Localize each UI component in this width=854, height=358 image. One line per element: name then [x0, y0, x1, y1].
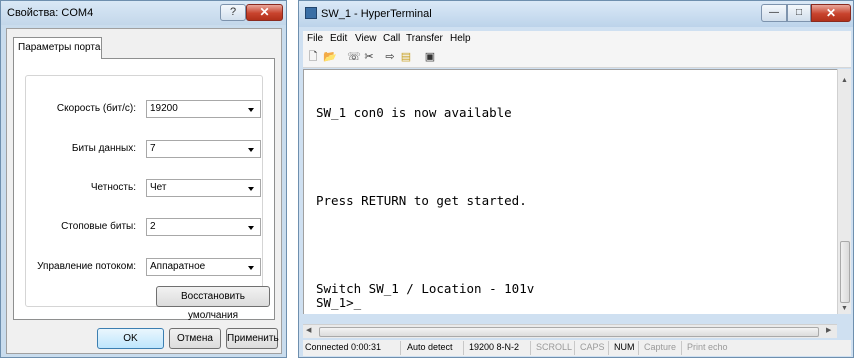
- minimize-button[interactable]: —: [761, 4, 787, 22]
- data-bits-label: Биты данных:: [71, 143, 136, 154]
- parity-value: Чет: [150, 182, 167, 193]
- open-folder-icon[interactable]: 📂: [323, 51, 337, 64]
- maximize-button[interactable]: □: [787, 4, 811, 22]
- settings-group: Скорость (бит/с): 19200 Биты данных: 7 Ч…: [25, 75, 263, 307]
- terminal-line: Switch SW_1 / Location - 101v: [316, 281, 535, 296]
- terminal-app-icon: [305, 7, 317, 19]
- terminal-title: SW_1 - HyperTerminal: [321, 8, 432, 20]
- status-capture: Capture: [644, 342, 677, 352]
- chevron-down-icon: [248, 108, 254, 112]
- scroll-left-icon[interactable]: ◀: [306, 326, 311, 334]
- dialog-titlebar[interactable]: Свойства: COM4 ? ✕: [1, 1, 286, 25]
- baud-rate-value: 19200: [150, 103, 178, 114]
- parity-label: Четность:: [90, 182, 136, 193]
- terminal-line: Press RETURN to get started.: [316, 193, 527, 208]
- cancel-button[interactable]: Отмена: [169, 328, 221, 349]
- menu-help[interactable]: Help: [450, 33, 471, 44]
- stop-bits-select[interactable]: 2: [146, 218, 261, 236]
- flow-control-label: Управление потоком:: [37, 261, 136, 272]
- send-icon[interactable]: ⇨: [383, 51, 397, 64]
- scroll-up-icon[interactable]: ▲: [841, 77, 848, 84]
- vertical-scrollbar[interactable]: ▲ ▼: [837, 69, 851, 314]
- restore-defaults-button[interactable]: Восстановить умолчания: [156, 286, 270, 321]
- phone-icon[interactable]: ☏: [347, 51, 361, 64]
- status-separator: [463, 341, 464, 355]
- disconnect-icon[interactable]: ✂: [362, 51, 376, 64]
- baud-rate-label: Скорость (бит/с):: [56, 103, 136, 114]
- chevron-down-icon: [248, 266, 254, 270]
- baud-rate-select[interactable]: 19200: [146, 100, 261, 118]
- menu-view[interactable]: View: [355, 33, 377, 44]
- port-settings-panel: Скорость (бит/с): 19200 Биты данных: 7 Ч…: [13, 58, 275, 321]
- help-button[interactable]: ?: [220, 4, 246, 21]
- status-num: NUM: [614, 342, 635, 352]
- stop-bits-label: Стоповые биты:: [61, 221, 136, 232]
- properties-icon[interactable]: ▣: [423, 51, 437, 64]
- parity-select[interactable]: Чет: [146, 179, 261, 197]
- status-detect: Auto detect: [407, 342, 453, 352]
- receive-icon[interactable]: ▤: [399, 51, 413, 64]
- status-settings: 19200 8-N-2: [469, 342, 520, 352]
- data-bits-value: 7: [150, 143, 156, 154]
- status-bar: Connected 0:00:31 Auto detect 19200 8-N-…: [303, 340, 851, 356]
- chevron-down-icon: [248, 187, 254, 191]
- horizontal-scroll-thumb[interactable]: [319, 327, 819, 337]
- terminal-titlebar[interactable]: SW_1 - HyperTerminal — □ ✕: [299, 1, 853, 27]
- status-scroll: SCROLL: [536, 342, 573, 352]
- ok-button[interactable]: OK: [97, 328, 164, 349]
- tab-port-settings[interactable]: Параметры порта: [13, 37, 102, 59]
- com4-properties-dialog: Свойства: COM4 ? ✕ Параметры порта Скоро…: [0, 0, 287, 358]
- status-caps: CAPS: [580, 342, 605, 352]
- chevron-down-icon: [248, 226, 254, 230]
- dialog-body: Параметры порта Скорость (бит/с): 19200 …: [6, 28, 282, 354]
- terminal-line: SW_1 con0 is now available: [316, 105, 512, 120]
- menu-file[interactable]: File: [307, 33, 323, 44]
- dialog-title: Свойства: COM4: [7, 7, 94, 19]
- scroll-right-icon[interactable]: ▶: [826, 326, 831, 334]
- vertical-scroll-thumb[interactable]: [840, 241, 850, 303]
- stop-bits-value: 2: [150, 221, 156, 232]
- apply-button[interactable]: Применить: [226, 328, 279, 349]
- data-bits-select[interactable]: 7: [146, 140, 261, 158]
- status-separator: [638, 341, 639, 355]
- terminal-screen[interactable]: SW_1 con0 is now available Press RETURN …: [303, 69, 837, 314]
- menu-bar: File Edit View Call Transfer Help: [303, 31, 851, 48]
- status-separator: [530, 341, 531, 355]
- status-separator: [574, 341, 575, 355]
- status-connected: Connected 0:00:31: [305, 342, 382, 352]
- flow-control-select[interactable]: Аппаратное: [146, 258, 261, 276]
- dialog-close-button[interactable]: ✕: [246, 4, 283, 21]
- menu-call[interactable]: Call: [383, 33, 400, 44]
- terminal-close-button[interactable]: ✕: [811, 4, 851, 22]
- horizontal-scrollbar[interactable]: ◀ ▶: [303, 324, 837, 338]
- status-print-echo: Print echo: [687, 342, 728, 352]
- status-separator: [400, 341, 401, 355]
- hyperterminal-window: SW_1 - HyperTerminal — □ ✕ File Edit Vie…: [298, 0, 854, 358]
- scroll-down-icon[interactable]: ▼: [841, 305, 848, 312]
- menu-edit[interactable]: Edit: [330, 33, 347, 44]
- flow-control-value: Аппаратное: [150, 261, 206, 272]
- status-separator: [608, 341, 609, 355]
- terminal-prompt: SW_1>_: [316, 295, 362, 310]
- chevron-down-icon: [248, 148, 254, 152]
- toolbar: 🗋 📂 ☏ ✂ ⇨ ▤ ▣: [303, 48, 851, 68]
- menu-transfer[interactable]: Transfer: [406, 33, 443, 44]
- status-separator: [681, 341, 682, 355]
- new-file-icon[interactable]: 🗋: [306, 51, 320, 64]
